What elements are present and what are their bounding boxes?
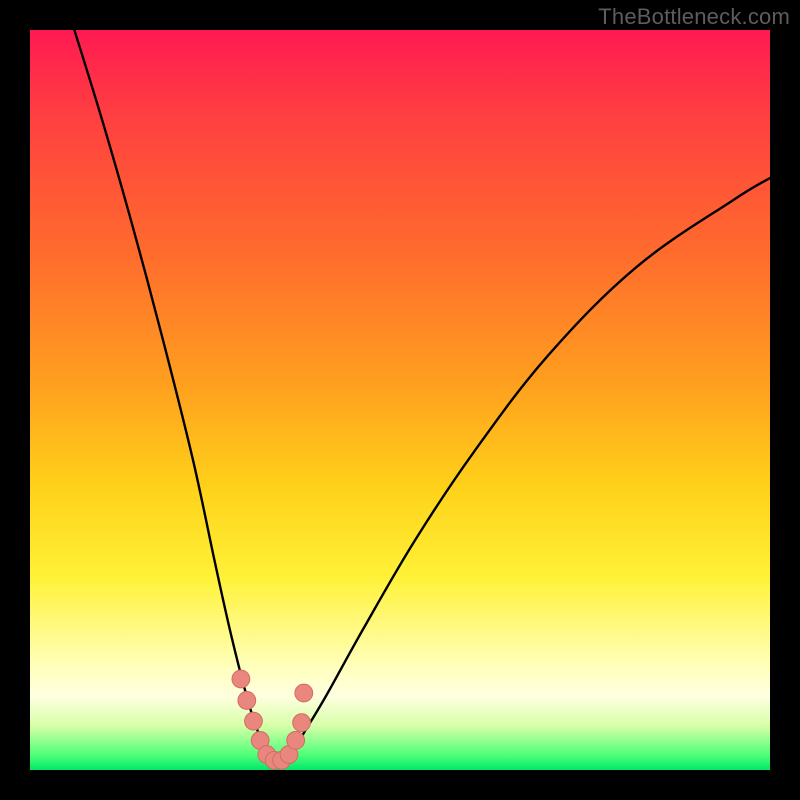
plot-area [30,30,770,770]
chart-frame: TheBottleneck.com [0,0,800,800]
highlight-marker [245,712,263,730]
watermark-text: TheBottleneck.com [598,4,790,30]
bottleneck-curve [74,30,770,762]
highlight-marker [287,732,305,750]
highlight-marker [238,692,256,710]
highlight-marker [293,714,311,732]
highlight-markers [232,670,313,769]
highlight-marker [295,684,313,702]
highlight-marker [232,670,250,688]
curve-layer [30,30,770,770]
